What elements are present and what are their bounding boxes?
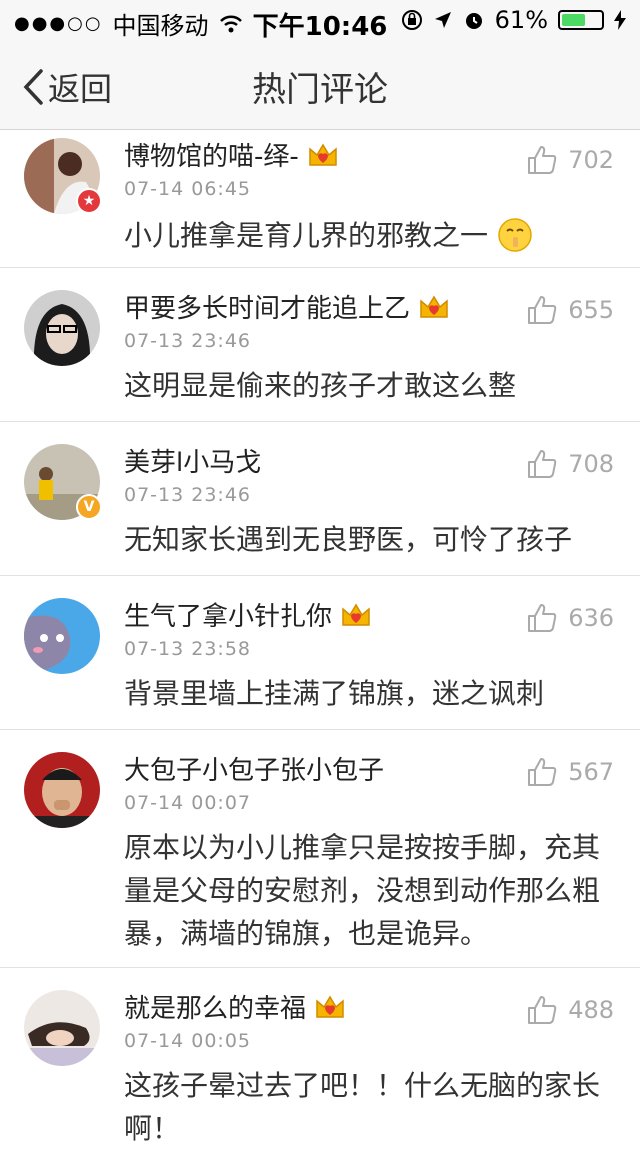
author-name: 美芽l小马戈 bbox=[124, 448, 262, 478]
comment-text: 背景里墙上挂满了锦旗，迷之讽刺 bbox=[124, 677, 545, 710]
comment-item: ★ 博物馆的喵-绎- 07-14 06:45 小儿推拿是育儿界的邪教之一 702 bbox=[0, 130, 640, 268]
comment-text: 原本以为小儿推拿只是按按手脚，充其量是父母的安慰剂，没想到动作那么粗暴，满墙的锦… bbox=[124, 831, 601, 950]
thumbs-up-icon bbox=[528, 450, 557, 478]
author-name: 就是那么的幸福 bbox=[124, 994, 307, 1024]
vip-crown-icon bbox=[316, 995, 344, 1018]
comment-time: 07-14 00:05 bbox=[124, 1030, 252, 1052]
comment-item: 甲要多长时间才能追上乙 07-13 23:46 这明显是偷来的孩子才敢这么整 6… bbox=[0, 268, 640, 422]
like-count: 636 bbox=[568, 604, 614, 632]
comment-item: 就是那么的幸福 07-14 00:05 这孩子晕过去了吧！！什么无脑的家长啊！ … bbox=[0, 968, 640, 1145]
comment-time: 07-14 00:07 bbox=[124, 792, 252, 814]
like-count: 655 bbox=[568, 296, 614, 324]
comment-author[interactable]: 大包子小包子张小包子 bbox=[124, 750, 384, 787]
comment-time: 07-13 23:58 bbox=[124, 638, 252, 660]
avatar[interactable] bbox=[24, 752, 100, 828]
author-name: 博物馆的喵-绎- bbox=[124, 142, 299, 172]
comment-author[interactable]: 生气了拿小针扎你 bbox=[124, 596, 372, 633]
comment-text: 这孩子晕过去了吧！！什么无脑的家长啊！ bbox=[124, 1069, 601, 1145]
like-button[interactable]: 636 bbox=[526, 602, 614, 634]
page-title: 热门评论 bbox=[252, 70, 388, 110]
verified-badge: ★ bbox=[76, 188, 102, 214]
author-name: 生气了拿小针扎你 bbox=[124, 602, 333, 632]
like-button[interactable]: 488 bbox=[526, 994, 614, 1026]
avatar[interactable] bbox=[24, 598, 100, 674]
vip-crown-icon bbox=[309, 143, 337, 166]
author-name: 大包子小包子张小包子 bbox=[124, 756, 385, 786]
like-button[interactable]: 655 bbox=[526, 294, 614, 326]
alarm-icon bbox=[465, 13, 482, 29]
thumbs-up-icon bbox=[528, 146, 557, 174]
status-bar: ●●●○○ 中国移动 下午10:46 61% bbox=[0, 0, 640, 42]
thumbs-up-icon bbox=[528, 996, 557, 1024]
comment-author[interactable]: 就是那么的幸福 bbox=[124, 988, 346, 1025]
status-right: 61% bbox=[401, 6, 626, 34]
author-name: 甲要多长时间才能追上乙 bbox=[124, 294, 411, 324]
comment-item: V 美芽l小马戈 07-13 23:46 无知家长遇到无良野医，可怜了孩子 70… bbox=[0, 422, 640, 576]
vip-crown-icon bbox=[420, 295, 448, 318]
location-arrow-icon bbox=[434, 12, 451, 28]
comment-time: 07-13 23:46 bbox=[124, 484, 252, 506]
comment-text: 小儿推拿是育儿界的邪教之一 bbox=[124, 214, 608, 257]
thumbs-up-icon bbox=[528, 604, 557, 632]
comment-list: ★ 博物馆的喵-绎- 07-14 06:45 小儿推拿是育儿界的邪教之一 702… bbox=[0, 130, 640, 1145]
vip-crown-icon bbox=[342, 603, 370, 626]
avatar[interactable] bbox=[24, 290, 100, 366]
comment-author[interactable]: 博物馆的喵-绎- bbox=[124, 136, 339, 173]
like-button[interactable]: 708 bbox=[526, 448, 614, 480]
comment-item: 大包子小包子张小包子 07-14 00:07 原本以为小儿推拿只是按按手脚，充其… bbox=[0, 730, 640, 968]
comment-text-content: 小儿推拿是育儿界的邪教之一 bbox=[124, 219, 489, 252]
shush-emoji-icon bbox=[498, 218, 532, 252]
like-count: 708 bbox=[568, 450, 614, 478]
comment-text: 无知家长遇到无良野医，可怜了孩子 bbox=[124, 523, 573, 556]
thumbs-up-icon bbox=[528, 296, 557, 324]
avatar[interactable] bbox=[24, 990, 100, 1066]
like-button[interactable]: 567 bbox=[526, 756, 614, 788]
comment-author[interactable]: 美芽l小马戈 bbox=[124, 442, 261, 479]
comment-time: 07-14 06:45 bbox=[124, 178, 252, 200]
thumbs-up-icon bbox=[528, 758, 557, 786]
like-count: 488 bbox=[568, 996, 614, 1024]
like-count: 702 bbox=[568, 146, 614, 174]
orientation-lock-icon bbox=[401, 10, 422, 30]
like-button[interactable]: 702 bbox=[526, 144, 614, 176]
battery-level-fill bbox=[562, 14, 586, 26]
battery-icon bbox=[558, 10, 604, 30]
navigation-bar: 返回 热门评论 bbox=[0, 40, 640, 130]
battery-percent: 61% bbox=[494, 6, 548, 34]
charging-icon bbox=[614, 10, 626, 30]
verified-badge: V bbox=[76, 494, 102, 520]
comment-author[interactable]: 甲要多长时间才能追上乙 bbox=[124, 288, 450, 325]
comment-item: 生气了拿小针扎你 07-13 23:58 背景里墙上挂满了锦旗，迷之讽刺 636 bbox=[0, 576, 640, 730]
comment-time: 07-13 23:46 bbox=[124, 330, 252, 352]
comment-text: 这明显是偷来的孩子才敢这么整 bbox=[124, 369, 517, 402]
like-count: 567 bbox=[568, 758, 614, 786]
